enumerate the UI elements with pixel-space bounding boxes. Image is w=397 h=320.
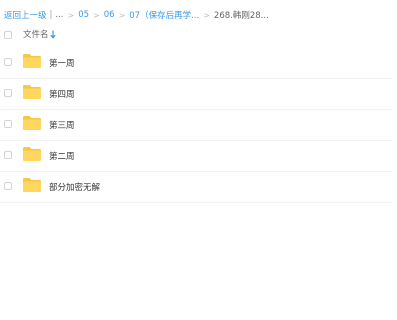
folder-icon bbox=[23, 116, 41, 130]
row-checkbox[interactable] bbox=[4, 120, 12, 128]
breadcrumb-divider: | bbox=[49, 10, 53, 20]
breadcrumb-separator: > bbox=[67, 10, 75, 20]
breadcrumb-item-06[interactable]: 06 bbox=[104, 10, 115, 20]
select-all-checkbox[interactable] bbox=[4, 31, 12, 39]
back-link[interactable]: 返回上一级 bbox=[4, 9, 47, 21]
row-checkbox[interactable] bbox=[4, 89, 12, 97]
file-name[interactable]: 第四周 bbox=[49, 88, 75, 100]
filename-column-header[interactable]: 文件名 bbox=[23, 28, 49, 40]
folder-icon bbox=[23, 178, 41, 192]
list-item[interactable]: 第二周 bbox=[0, 140, 392, 172]
breadcrumb-separator: > bbox=[93, 10, 100, 20]
list-item[interactable]: 部分加密无解 bbox=[0, 171, 392, 203]
row-checkbox[interactable] bbox=[4, 58, 12, 66]
breadcrumb-separator: > bbox=[118, 10, 126, 20]
breadcrumb-item-05[interactable]: 05 bbox=[78, 10, 89, 20]
file-name[interactable]: 部分加密无解 bbox=[49, 181, 100, 193]
row-checkbox[interactable] bbox=[4, 182, 12, 190]
breadcrumb-current: 268.韩刚28... bbox=[213, 11, 269, 21]
breadcrumb-ellipsis[interactable]: ... bbox=[55, 10, 63, 20]
folder-icon bbox=[23, 54, 41, 68]
breadcrumb: 返回上一级 | ... > 05 > 06 > 07（保存后再学... > 26… bbox=[4, 8, 269, 22]
file-name[interactable]: 第一周 bbox=[49, 57, 75, 69]
list-header: 文件名 bbox=[0, 26, 397, 44]
file-name[interactable]: 第二周 bbox=[49, 150, 75, 162]
row-checkbox[interactable] bbox=[4, 151, 12, 159]
file-browser: 返回上一级 | ... > 05 > 06 > 07（保存后再学... > 26… bbox=[0, 0, 397, 320]
list-item[interactable]: 第三周 bbox=[0, 109, 392, 141]
file-name[interactable]: 第三周 bbox=[49, 119, 75, 131]
folder-icon bbox=[23, 147, 41, 161]
breadcrumb-item-07[interactable]: 07（保存后再学... bbox=[129, 9, 199, 21]
breadcrumb-separator: > bbox=[203, 10, 210, 20]
list-item[interactable]: 第一周 bbox=[0, 47, 392, 79]
list-item[interactable]: 第四周 bbox=[0, 78, 392, 110]
arrow-down-icon[interactable] bbox=[50, 30, 56, 39]
folder-icon bbox=[23, 85, 41, 99]
